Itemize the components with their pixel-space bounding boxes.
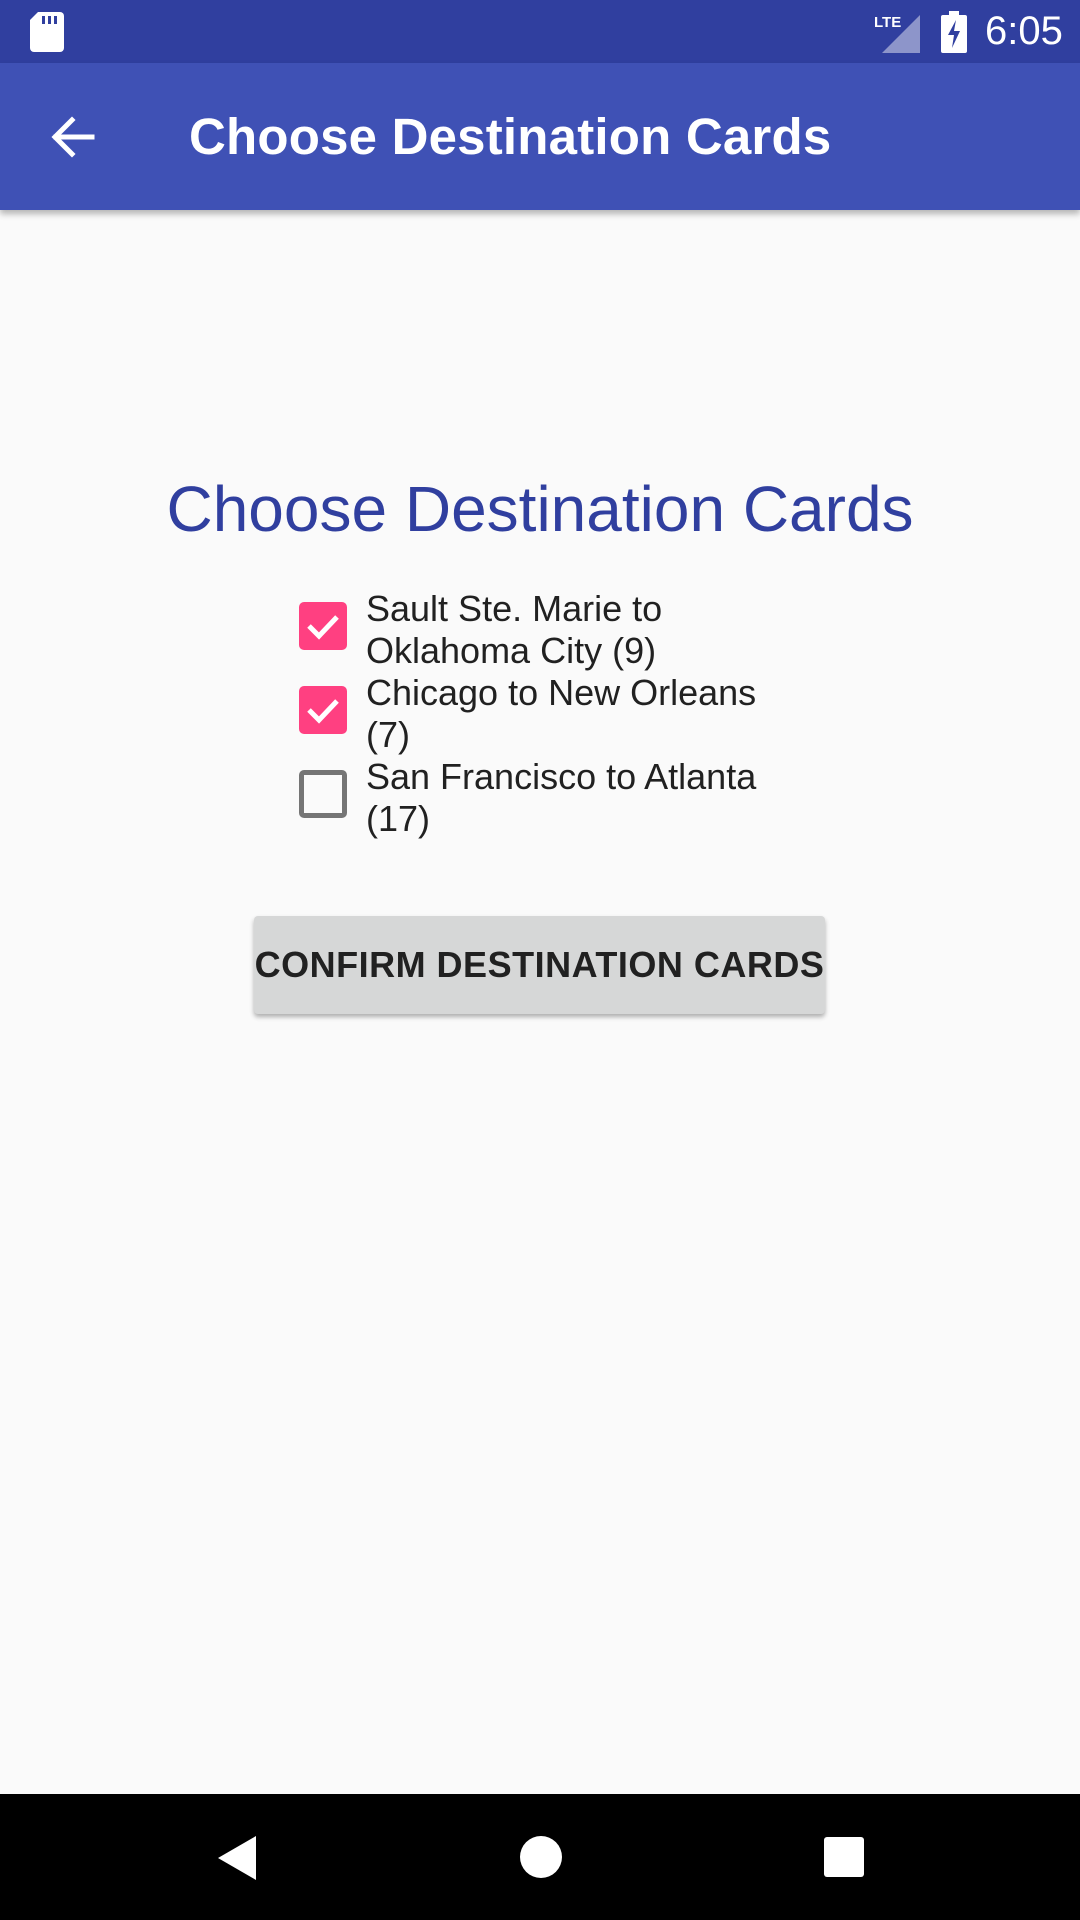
checkbox-unchecked-icon[interactable] — [299, 770, 347, 818]
sd-card-icon — [30, 12, 64, 52]
confirm-destination-cards-button[interactable]: CONFIRM DESTINATION CARDS — [254, 916, 825, 1014]
page-heading: Choose Destination Cards — [166, 473, 914, 545]
destination-card-checkbox[interactable]: San Francisco to Atlanta (17) — [290, 756, 770, 840]
lte-signal-icon: LTE — [874, 14, 920, 53]
back-triangle-icon[interactable] — [214, 1834, 260, 1882]
status-bar: LTE 6:05 — [0, 0, 1080, 63]
checkbox-checked-icon[interactable] — [299, 602, 347, 650]
destination-card-label: Chicago to New Orleans (7) — [366, 672, 757, 755]
destination-card-list: Sault Ste. Marie to Oklahoma City (9) Ch… — [290, 588, 770, 840]
status-clock: 6:05 — [985, 9, 1063, 53]
app-bar: Choose Destination Cards — [0, 63, 1080, 210]
checkbox-checked-icon[interactable] — [299, 686, 347, 734]
back-button[interactable] — [36, 103, 110, 171]
destination-card-label: Sault Ste. Marie to Oklahoma City (9) — [366, 588, 663, 671]
home-circle-icon[interactable] — [518, 1834, 564, 1880]
system-nav-bar — [0, 1794, 1080, 1920]
battery-charging-icon — [941, 11, 967, 53]
arrow-back-icon — [51, 116, 95, 158]
lte-label: LTE — [874, 14, 901, 31]
destination-card-checkbox[interactable]: Sault Ste. Marie to Oklahoma City (9) — [290, 588, 770, 672]
destination-card-checkbox[interactable]: Chicago to New Orleans (7) — [290, 672, 770, 756]
destination-card-label: San Francisco to Atlanta (17) — [366, 756, 757, 839]
app-bar-title: Choose Destination Cards — [189, 108, 832, 165]
recents-square-icon[interactable] — [823, 1836, 865, 1878]
main-content: Choose Destination Cards Sault Ste. Mari… — [0, 210, 1080, 1794]
